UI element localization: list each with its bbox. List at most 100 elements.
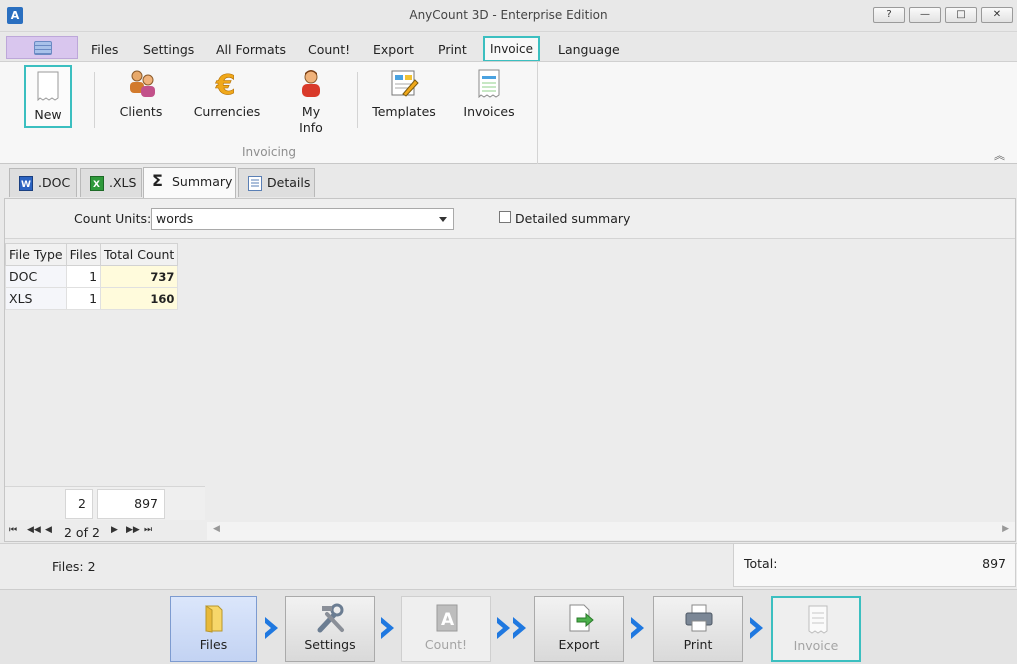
svg-text:X: X	[93, 180, 100, 190]
workflow-print-button[interactable]: Print	[653, 596, 743, 662]
details-list-icon	[248, 176, 262, 191]
scroll-right-icon[interactable]: ▶	[1002, 524, 1009, 534]
tab-details[interactable]: Details	[238, 168, 315, 197]
total-label: Total:	[744, 556, 778, 571]
templates-label: Templates	[372, 104, 436, 119]
horizontal-scrollbar[interactable]: ◀ ▶	[207, 522, 1015, 540]
cell-files[interactable]: 1	[65, 287, 102, 310]
maximize-button[interactable]: □	[945, 7, 977, 23]
workflow-files-label: Files	[199, 637, 228, 652]
currencies-label: Currencies	[193, 104, 261, 119]
table-row[interactable]: DOC 1 737	[5, 265, 179, 288]
clients-label: Clients	[119, 104, 163, 119]
chevron-right-icon	[265, 617, 278, 639]
workflow-print-label: Print	[683, 637, 713, 652]
menu-icon	[34, 41, 52, 55]
column-header-files[interactable]: Files	[65, 243, 102, 266]
tab-doc[interactable]: W .DOC	[9, 168, 77, 197]
tab-export[interactable]: Export	[373, 42, 414, 57]
table-row[interactable]: XLS 1 160	[5, 287, 179, 310]
application-menu-button[interactable]	[6, 36, 78, 59]
detailed-summary-checkbox[interactable]	[499, 211, 511, 223]
window-title: AnyCount 3D - Enterprise Edition	[409, 8, 608, 22]
clients-button[interactable]: Clients	[116, 68, 166, 120]
workflow-export-label: Export	[558, 637, 600, 652]
workflow-invoice-button[interactable]: Invoice	[771, 596, 861, 662]
files-status-label: Files:	[52, 559, 84, 574]
svg-text:€: €	[215, 68, 235, 98]
excel-file-icon: X	[90, 176, 104, 191]
invoices-label: Invoices	[463, 104, 515, 119]
export-icon	[569, 604, 594, 632]
summary-table: File Type Files Total Count DOC 1 737 XL…	[5, 243, 179, 310]
svg-text:A: A	[441, 610, 455, 630]
files-status-value: 2	[87, 559, 96, 574]
currencies-button[interactable]: € Currencies	[192, 68, 262, 120]
new-label: New	[34, 107, 62, 122]
tab-details-label: Details	[267, 175, 311, 190]
tab-settings[interactable]: Settings	[143, 42, 194, 57]
blank-document-icon	[37, 71, 59, 101]
my-info-label-line2: Info	[299, 120, 323, 135]
ribbon-collapse-icon[interactable]: ︽	[994, 147, 1008, 162]
cell-file-type[interactable]: DOC	[5, 265, 67, 288]
tab-count[interactable]: Count!	[308, 42, 350, 57]
first-page-icon[interactable]: ⏮	[9, 525, 17, 535]
footer-files-total: 2	[65, 489, 93, 519]
last-page-icon[interactable]: ⏭	[144, 525, 152, 535]
invoices-button[interactable]: Invoices	[462, 68, 516, 120]
count-units-label: Count Units:	[74, 211, 152, 226]
minimize-button[interactable]: —	[909, 7, 941, 23]
tab-xls[interactable]: X .XLS	[80, 168, 142, 197]
invoice-icon	[808, 605, 828, 634]
printer-icon	[685, 604, 713, 632]
my-info-label-line1: My	[301, 104, 321, 119]
chevron-right-icon	[381, 617, 394, 639]
svg-text:W: W	[21, 180, 31, 190]
count-units-select[interactable]: words	[151, 208, 454, 230]
footer-count-total: 897	[97, 489, 165, 519]
help-button[interactable]: ?	[873, 7, 905, 23]
euro-icon: €	[215, 68, 236, 98]
tab-doc-label: .DOC	[38, 175, 71, 190]
word-file-icon: W	[19, 176, 33, 191]
chevron-right-icon	[750, 617, 763, 639]
sigma-icon: Σ	[152, 171, 163, 190]
cell-files[interactable]: 1	[65, 265, 102, 288]
count-a-icon: A	[436, 604, 458, 632]
scroll-left-icon[interactable]: ◀	[213, 524, 220, 534]
workflow-count-button[interactable]: A Count!	[401, 596, 491, 662]
column-header-file-type[interactable]: File Type	[5, 243, 67, 266]
my-info-button[interactable]: My Info	[290, 68, 332, 136]
count-units-value: words	[156, 211, 194, 226]
files-status: Files: 2	[52, 559, 96, 574]
tab-print[interactable]: Print	[438, 42, 467, 57]
dropdown-arrow-icon[interactable]	[439, 217, 447, 222]
tab-language[interactable]: Language	[558, 42, 620, 57]
tab-files[interactable]: Files	[91, 42, 118, 57]
ribbon-separator	[94, 72, 95, 128]
previous-page-fast-icon[interactable]: ◀◀	[27, 525, 41, 535]
new-invoice-button[interactable]: New	[24, 65, 72, 128]
previous-page-icon[interactable]: ◀	[45, 525, 52, 535]
cell-total-count[interactable]: 160	[100, 287, 179, 310]
next-page-fast-icon[interactable]: ▶▶	[126, 525, 140, 535]
close-button[interactable]: ✕	[981, 7, 1013, 23]
tab-summary[interactable]: Σ Summary	[143, 167, 236, 198]
chevron-right-icon	[631, 617, 644, 639]
template-edit-icon	[391, 70, 419, 97]
ribbon-group-label: Invoicing	[241, 145, 297, 159]
workflow-export-button[interactable]: Export	[534, 596, 624, 662]
workflow-settings-button[interactable]: Settings	[285, 596, 375, 662]
templates-button[interactable]: Templates	[372, 68, 436, 120]
cell-file-type[interactable]: XLS	[5, 287, 67, 310]
workflow-invoice-label: Invoice	[793, 638, 839, 653]
tab-all-formats[interactable]: All Formats	[216, 42, 286, 57]
workflow-files-button[interactable]: Files	[170, 596, 257, 662]
cell-total-count[interactable]: 737	[100, 265, 179, 288]
tab-invoice[interactable]: Invoice	[483, 36, 540, 62]
next-page-icon[interactable]: ▶	[111, 525, 118, 535]
table-header-row: File Type Files Total Count	[5, 243, 179, 266]
detailed-summary-label: Detailed summary	[515, 211, 631, 226]
column-header-total-count[interactable]: Total Count	[100, 243, 179, 266]
